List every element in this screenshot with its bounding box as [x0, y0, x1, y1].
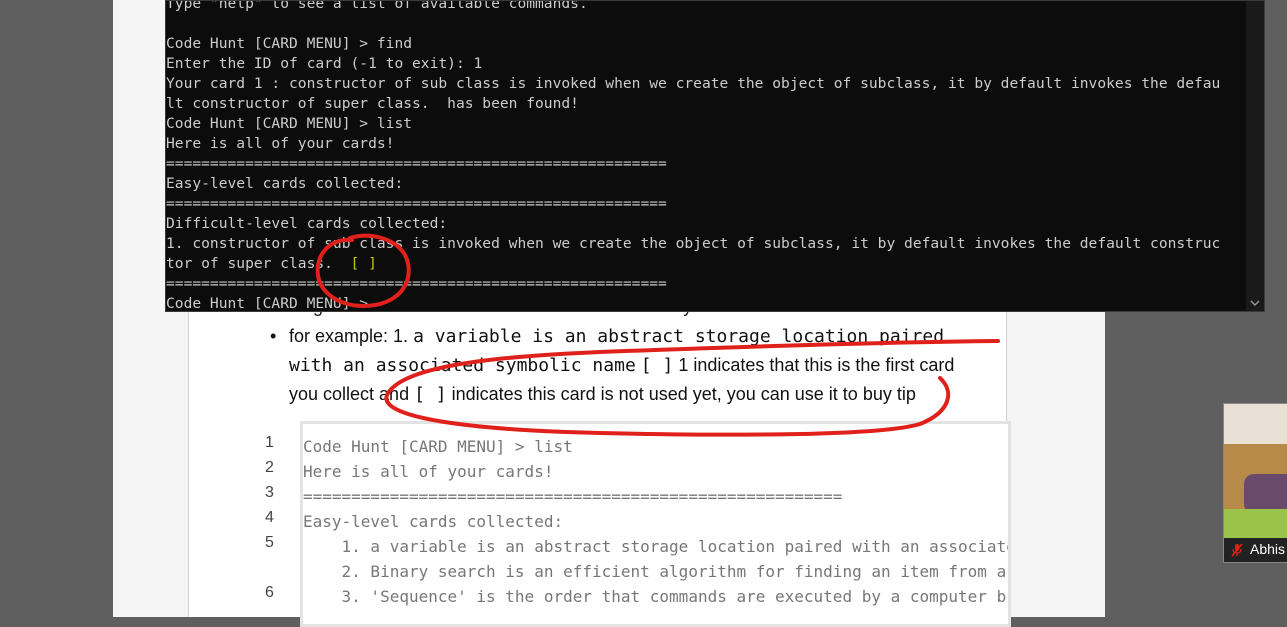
terminal-line: lt constructor of super class. has been …	[166, 95, 579, 112]
code-line: 2. Binary search is an efficient algorit…	[303, 562, 1007, 581]
terminal-line: Type "help" to see a list of available c…	[166, 0, 588, 12]
terminal-line: 1. constructor of sub class is invoked w…	[166, 235, 1221, 252]
video-background	[1224, 509, 1287, 539]
bullet-mono-text-1: a variable is an abstract storage locati…	[413, 326, 945, 347]
video-background	[1244, 474, 1287, 514]
bullet-prefix: for example: 1.	[289, 326, 414, 346]
terminal-line: ========================================…	[166, 195, 667, 212]
terminal-line: Enter the ID of card (-1 to exit): 1	[166, 55, 483, 72]
chevron-down-icon[interactable]	[1249, 297, 1261, 309]
code-line: Code Hunt [CARD MENU] > list	[303, 437, 573, 456]
bracket-marker: [ ]	[350, 255, 377, 272]
code-line: Here is all of your cards!	[303, 462, 554, 481]
terminal-line: Your card 1 : constructor of sub class i…	[166, 75, 1221, 92]
terminal-window[interactable]: Type "help" to see a list of available c…	[165, 0, 1265, 312]
line-number: 2	[265, 459, 274, 476]
line-number: 4	[265, 509, 274, 526]
code-block: Code Hunt [CARD MENU] > list Here is all…	[300, 421, 1011, 627]
microphone-muted-icon	[1230, 543, 1244, 557]
bullet-text: for example: 1. a variable is an abstrac…	[289, 322, 999, 409]
bullet-text-3: indicates this card is not used yet, you…	[446, 384, 916, 404]
terminal-scrollbar[interactable]	[1246, 1, 1264, 311]
code-line: Easy-level cards collected:	[303, 512, 564, 531]
bullet-dot: •	[270, 326, 277, 346]
terminal-line: Code Hunt [CARD MENU] > list	[166, 115, 413, 132]
terminal-line: Difficult-level cards collected:	[166, 215, 448, 232]
code-line: 1. a variable is an abstract storage loc…	[303, 537, 1011, 556]
line-number: 1	[265, 434, 274, 451]
terminal-line: tor of super class. [ ]	[166, 254, 377, 274]
terminal-line: Code Hunt [CARD MENU] > find	[166, 35, 413, 52]
terminal-line: Easy-level cards collected:	[166, 175, 404, 192]
bullet-text-1: 1 indicates that this is the first card	[673, 355, 955, 375]
terminal-line: Here is all of your cards!	[166, 135, 395, 152]
line-number: 6	[265, 584, 274, 601]
bullet-bracket-1: [ ]	[640, 355, 674, 376]
bullet-mono-text-2: with an associated symbolic name	[289, 355, 636, 376]
line-number: 3	[265, 484, 274, 501]
bullet-text-2: you collect and	[289, 384, 415, 404]
terminal-prompt[interactable]: Code Hunt [CARD MENU] >	[166, 294, 368, 311]
line-number: 5	[265, 534, 274, 551]
bullet-bracket-2: [ ]	[414, 384, 447, 405]
participant-name-bar: Abhis	[1224, 538, 1287, 562]
participant-video-tile[interactable]: Abhis	[1223, 403, 1287, 563]
terminal-line: ========================================…	[166, 275, 667, 292]
code-line: ========================================…	[303, 487, 843, 506]
code-line: 3. 'Sequence' is the order that commands…	[303, 587, 1007, 606]
participant-name: Abhis	[1250, 541, 1286, 557]
terminal-text: tor of super class.	[166, 255, 333, 272]
terminal-line: ========================================…	[166, 155, 667, 172]
